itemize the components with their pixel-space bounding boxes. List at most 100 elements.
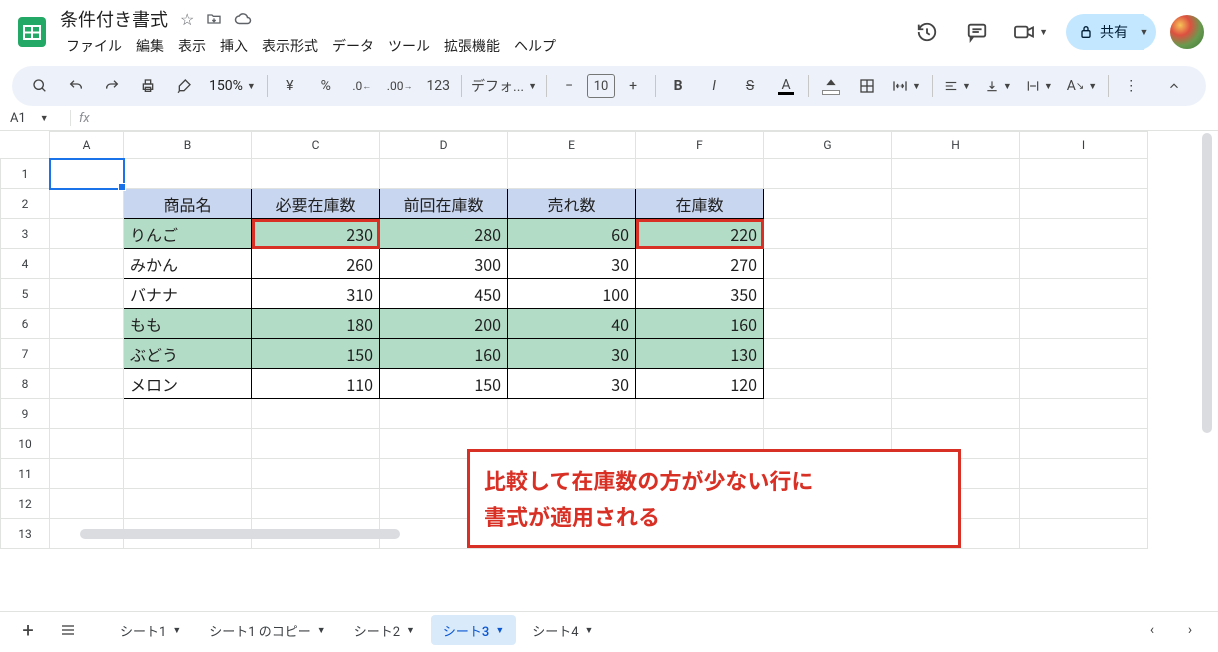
cell[interactable]: 180 <box>252 309 380 339</box>
col-header[interactable]: F <box>636 132 764 159</box>
row-header[interactable]: 9 <box>1 399 50 429</box>
cell[interactable]: 前回在庫数 <box>380 189 508 219</box>
menu-表示[interactable]: 表示 <box>172 34 212 58</box>
row-header[interactable]: 10 <box>1 429 50 459</box>
cell[interactable]: 280 <box>380 219 508 249</box>
v-align-button[interactable]: ▼ <box>979 69 1018 103</box>
cell[interactable] <box>892 219 1020 249</box>
sheet-tab[interactable]: シート4▼ <box>520 615 605 645</box>
row-header[interactable]: 12 <box>1 489 50 519</box>
col-header[interactable]: D <box>380 132 508 159</box>
select-all-corner[interactable] <box>1 132 50 159</box>
cell[interactable] <box>252 489 380 519</box>
cell[interactable] <box>764 219 892 249</box>
col-header[interactable]: H <box>892 132 1020 159</box>
menu-拡張機能[interactable]: 拡張機能 <box>438 34 506 58</box>
row-header[interactable]: 1 <box>1 159 50 189</box>
cell[interactable] <box>1020 459 1148 489</box>
menu-挿入[interactable]: 挿入 <box>214 34 254 58</box>
cell[interactable]: 150 <box>252 339 380 369</box>
cell[interactable]: 120 <box>636 369 764 399</box>
sheet-tab[interactable]: シート2▼ <box>342 615 427 645</box>
vertical-scrollbar[interactable] <box>1202 131 1212 551</box>
account-avatar[interactable] <box>1170 15 1204 49</box>
cell[interactable]: 100 <box>508 279 636 309</box>
cell[interactable]: もも <box>124 309 252 339</box>
cell[interactable]: 350 <box>636 279 764 309</box>
cell[interactable] <box>1020 219 1148 249</box>
sheet-tab[interactable]: シート3▼ <box>431 615 516 645</box>
cell[interactable]: みかん <box>124 249 252 279</box>
cell[interactable] <box>892 249 1020 279</box>
cell[interactable] <box>764 309 892 339</box>
row-header[interactable]: 2 <box>1 189 50 219</box>
cell[interactable] <box>1020 159 1148 189</box>
history-icon[interactable] <box>909 14 945 50</box>
collapse-toolbar-icon[interactable] <box>1157 69 1191 103</box>
wrap-button[interactable]: ▼ <box>1020 69 1059 103</box>
col-header[interactable]: E <box>508 132 636 159</box>
cell[interactable] <box>50 429 124 459</box>
italic-button[interactable]: I <box>697 69 731 103</box>
cell[interactable] <box>636 399 764 429</box>
cell[interactable] <box>892 309 1020 339</box>
cell[interactable] <box>1020 249 1148 279</box>
row-header[interactable]: 4 <box>1 249 50 279</box>
menu-ヘルプ[interactable]: ヘルプ <box>508 34 562 58</box>
cell[interactable] <box>764 249 892 279</box>
col-header[interactable]: B <box>124 132 252 159</box>
cell[interactable]: 必要在庫数 <box>252 189 380 219</box>
horizontal-scrollbar[interactable] <box>80 529 1198 539</box>
cell[interactable] <box>892 189 1020 219</box>
document-title[interactable]: 条件付き書式 <box>60 6 168 32</box>
cell[interactable] <box>764 189 892 219</box>
currency-button[interactable]: ¥ <box>273 69 307 103</box>
cell[interactable]: 30 <box>508 249 636 279</box>
cell[interactable] <box>252 399 380 429</box>
cell[interactable] <box>50 279 124 309</box>
increase-font-icon[interactable]: + <box>616 69 650 103</box>
cell[interactable] <box>1020 399 1148 429</box>
cell[interactable] <box>892 369 1020 399</box>
decrease-font-icon[interactable]: − <box>552 69 586 103</box>
cell[interactable] <box>1020 279 1148 309</box>
cell[interactable] <box>892 159 1020 189</box>
increase-decimal-icon[interactable]: .00→ <box>381 69 419 103</box>
cell[interactable]: 300 <box>380 249 508 279</box>
cell[interactable] <box>252 159 380 189</box>
cell[interactable]: 30 <box>508 369 636 399</box>
cell[interactable]: 在庫数 <box>636 189 764 219</box>
cell[interactable] <box>124 459 252 489</box>
all-sheets-button[interactable] <box>51 613 85 647</box>
cell[interactable] <box>124 159 252 189</box>
col-header[interactable]: I <box>1020 132 1148 159</box>
more-toolbar-icon[interactable]: ⋮ <box>1114 69 1148 103</box>
cell[interactable] <box>50 369 124 399</box>
row-header[interactable]: 3 <box>1 219 50 249</box>
cell[interactable]: 60 <box>508 219 636 249</box>
cell[interactable] <box>50 189 124 219</box>
cell[interactable]: 230 <box>252 219 380 249</box>
cell[interactable] <box>1020 369 1148 399</box>
sheet-tab[interactable]: シート1▼ <box>108 615 193 645</box>
sheet-tab[interactable]: シート1 のコピー▼ <box>197 615 337 645</box>
paint-format-icon[interactable] <box>167 69 201 103</box>
cell[interactable] <box>892 279 1020 309</box>
cell[interactable] <box>50 459 124 489</box>
text-color-button[interactable]: A <box>769 69 803 103</box>
cell[interactable]: 150 <box>380 369 508 399</box>
cell[interactable]: 130 <box>636 339 764 369</box>
menu-ツール[interactable]: ツール <box>382 34 436 58</box>
cell[interactable] <box>50 309 124 339</box>
cell[interactable] <box>1020 189 1148 219</box>
cell[interactable]: 450 <box>380 279 508 309</box>
menu-表示形式[interactable]: 表示形式 <box>256 34 324 58</box>
menu-データ[interactable]: データ <box>326 34 380 58</box>
zoom-select[interactable]: 150%▼ <box>203 69 262 103</box>
row-header[interactable]: 8 <box>1 369 50 399</box>
menu-編集[interactable]: 編集 <box>130 34 170 58</box>
cell[interactable] <box>252 459 380 489</box>
cell[interactable] <box>764 369 892 399</box>
tab-scroll-right-icon[interactable]: › <box>1173 613 1207 647</box>
rotate-button[interactable]: A↘▼ <box>1061 69 1103 103</box>
